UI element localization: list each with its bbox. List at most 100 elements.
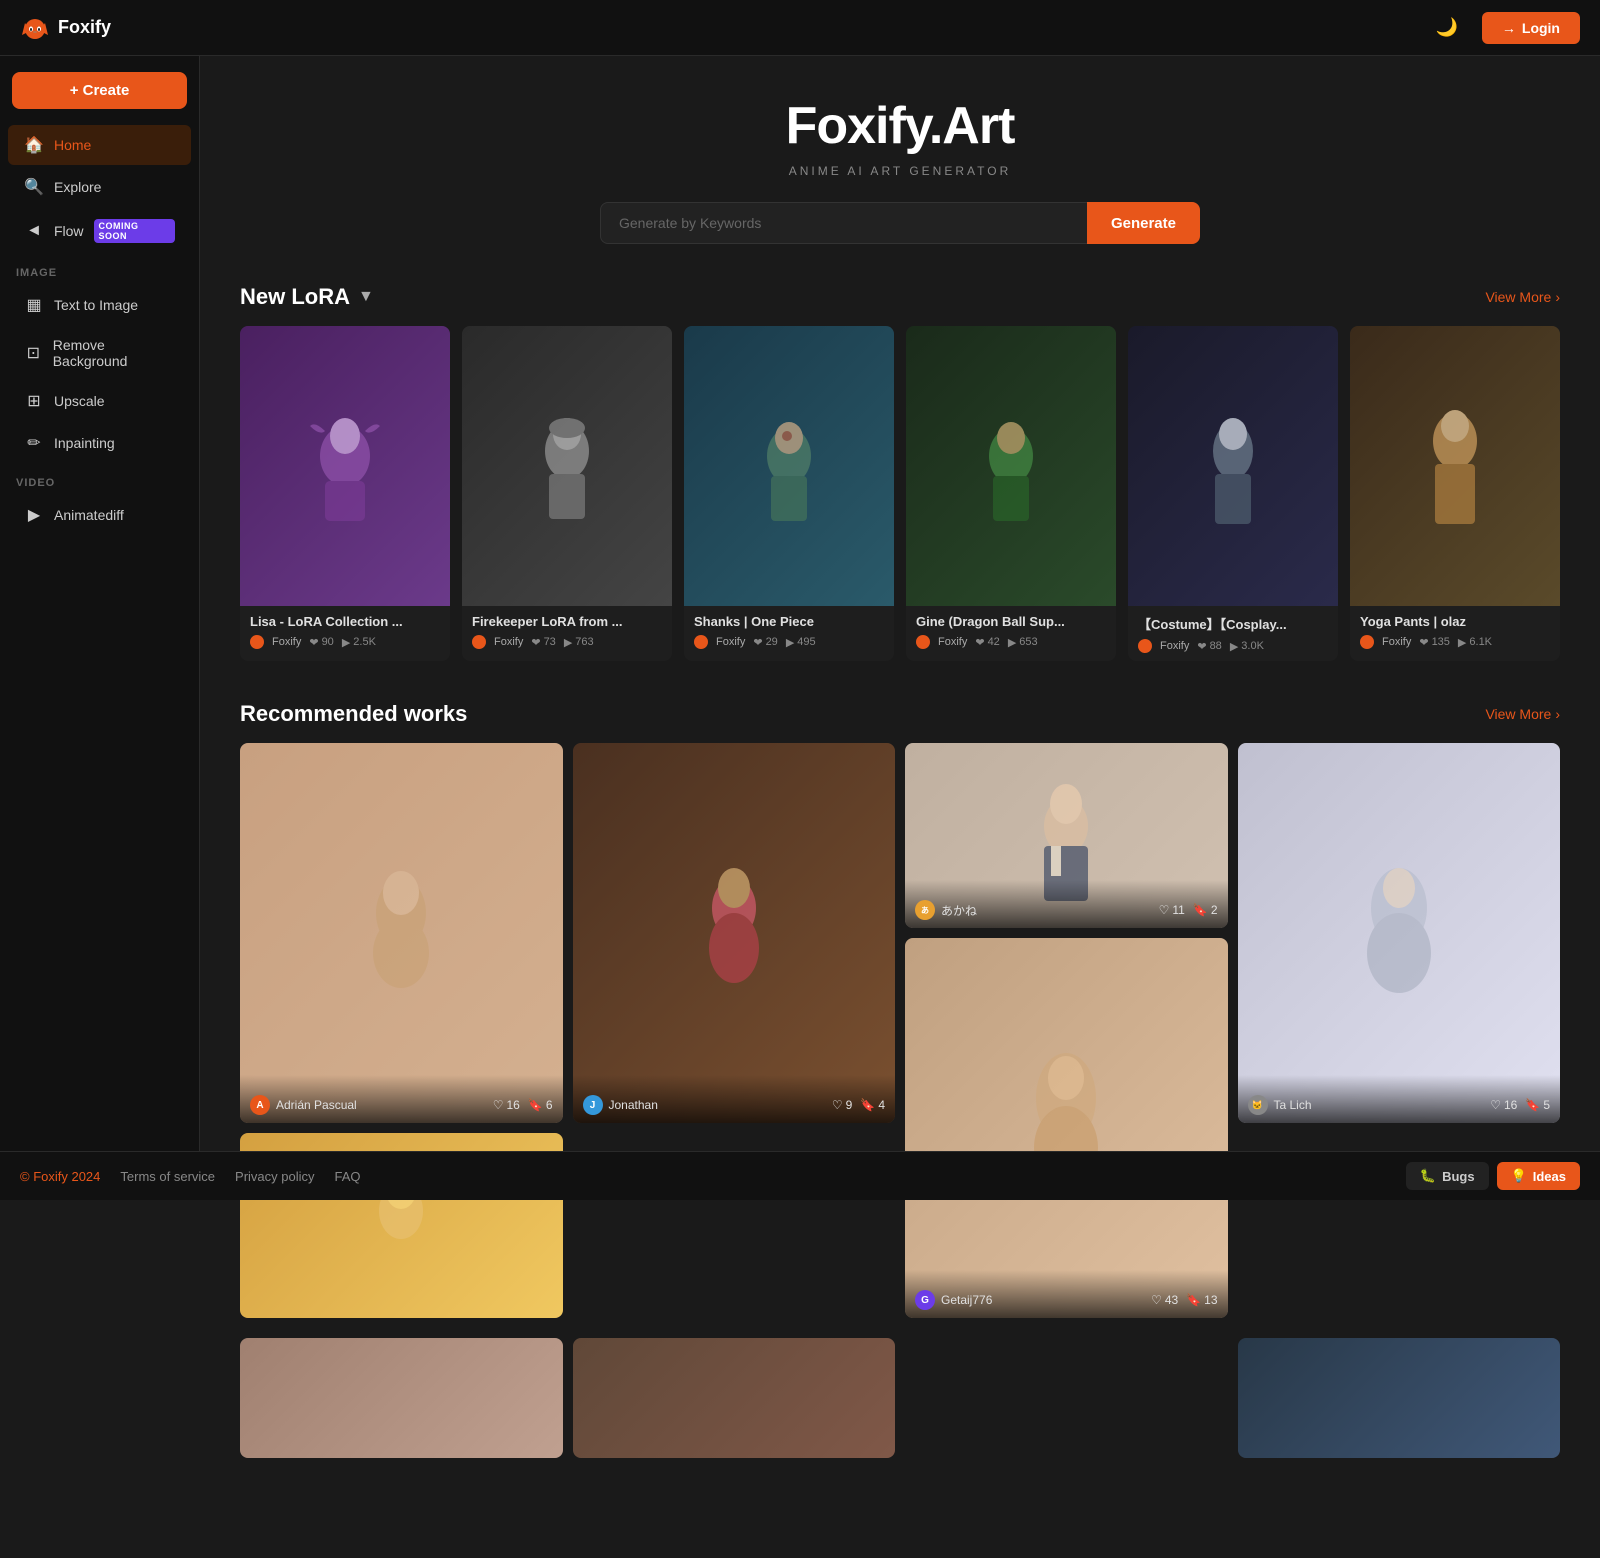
- lora-card-views: ▶ 653: [1008, 636, 1038, 649]
- flow-icon: ◄: [24, 222, 44, 240]
- lora-card-user: Foxify: [716, 636, 745, 648]
- lora-card-meta: Foxify ❤ 42 ▶ 653: [916, 635, 1106, 649]
- work-username: あかね: [941, 902, 977, 919]
- sidebar-item-upscale[interactable]: ⊞ Upscale: [8, 381, 191, 421]
- work-comments: 🔖 13: [1186, 1293, 1217, 1307]
- user-avatar: 🐱: [1248, 1095, 1268, 1115]
- copyright-link[interactable]: © Foxify 2024: [20, 1169, 100, 1184]
- sidebar-item-animatediff[interactable]: ▶ Animatediff: [8, 495, 191, 535]
- work-card[interactable]: G Getaij776 ♡ 43 🔖 13: [905, 938, 1228, 1318]
- search-input[interactable]: [600, 202, 1087, 244]
- work-card-footer: あ あかね ♡ 11 🔖 2: [905, 880, 1228, 928]
- work-card-image: [1238, 1338, 1561, 1458]
- lora-card-name: Yoga Pants | olaz: [1360, 614, 1550, 629]
- ideas-button[interactable]: 💡 Ideas: [1497, 1162, 1580, 1190]
- work-card[interactable]: [240, 1338, 563, 1458]
- sidebar-item-flow[interactable]: ◄ Flow COMING SOON: [8, 209, 191, 253]
- lora-card-user: Foxify: [1160, 640, 1189, 652]
- lora-card[interactable]: Shanks | One Piece Foxify ❤ 29 ▶ 495: [684, 326, 894, 661]
- sidebar-item-explore[interactable]: 🔍 Explore: [8, 167, 191, 207]
- work-card-spacer: [905, 1338, 1228, 1458]
- lora-card-image: [1350, 326, 1560, 606]
- dropdown-arrow-icon[interactable]: ▼: [358, 288, 374, 306]
- work-card[interactable]: あ あかね ♡ 11 🔖 2: [905, 743, 1228, 928]
- lora-card[interactable]: 【Costume】【Cosplay... Foxify ❤ 88 ▶ 3.0K: [1128, 326, 1338, 661]
- lora-card-likes: ❤ 90: [309, 636, 333, 649]
- work-card[interactable]: [1238, 1338, 1561, 1458]
- works-view-more-link[interactable]: View More ›: [1485, 706, 1560, 722]
- generate-button[interactable]: Generate: [1087, 202, 1200, 244]
- text-to-image-icon: ▦: [24, 295, 44, 315]
- work-card-footer: A Adrián Pascual ♡ 16 🔖 6: [240, 1075, 563, 1123]
- video-section-label: Video: [0, 465, 199, 493]
- sidebar-item-remove-background[interactable]: ⊡ Remove Background: [8, 327, 191, 379]
- work-likes: ♡ 16: [1490, 1098, 1517, 1112]
- new-lora-title: New LoRA ▼: [240, 284, 374, 310]
- work-user: あ あかね: [915, 900, 977, 920]
- work-card-image: [573, 1338, 896, 1458]
- work-likes: ♡ 11: [1159, 903, 1185, 917]
- work-user: A Adrián Pascual: [250, 1095, 357, 1115]
- theme-toggle-button[interactable]: 🌙: [1427, 13, 1465, 42]
- sidebar-item-inpainting[interactable]: ✏ Inpainting: [8, 423, 191, 463]
- lora-card[interactable]: Yoga Pants | olaz Foxify ❤ 135 ▶ 6.1K: [1350, 326, 1560, 661]
- footer-links: © Foxify 2024 Terms of service Privacy p…: [20, 1169, 361, 1184]
- sidebar-item-upscale-label: Upscale: [54, 393, 105, 409]
- recommended-works-title: Recommended works: [240, 701, 467, 727]
- work-stats: ♡ 43 🔖 13: [1151, 1293, 1217, 1307]
- lora-card-name: Gine (Dragon Ball Sup...: [916, 614, 1106, 629]
- login-icon: →: [1502, 20, 1516, 36]
- faq-link[interactable]: FAQ: [335, 1169, 361, 1184]
- user-avatar-fox: [1138, 639, 1152, 653]
- lora-card-image: [684, 326, 894, 606]
- login-label: Login: [1522, 20, 1560, 36]
- logo[interactable]: Foxify: [20, 13, 111, 43]
- lora-card-likes: ❤ 88: [1197, 640, 1221, 653]
- ideas-label: Ideas: [1533, 1169, 1566, 1184]
- user-avatar-fox: [916, 635, 930, 649]
- lora-card-views: ▶ 2.5K: [342, 636, 376, 649]
- lora-card[interactable]: Gine (Dragon Ball Sup... Foxify ❤ 42 ▶ 6…: [906, 326, 1116, 661]
- lora-card-views: ▶ 3.0K: [1230, 640, 1264, 653]
- works-grid: A Adrián Pascual ♡ 16 🔖 6: [240, 743, 1560, 1318]
- works-grid-2: [240, 1338, 1560, 1458]
- fox-icon: [20, 13, 50, 43]
- sidebar-item-explore-label: Explore: [54, 179, 101, 195]
- lora-card-name: Shanks | One Piece: [694, 614, 884, 629]
- login-button[interactable]: → Login: [1482, 12, 1580, 44]
- lora-card[interactable]: Firekeeper LoRA from ... Foxify ❤ 73 ▶ 7…: [462, 326, 672, 661]
- lora-card-meta: Foxify ❤ 88 ▶ 3.0K: [1138, 639, 1328, 653]
- hero-subtitle: ANIME AI ART GENERATOR: [240, 164, 1560, 178]
- work-card[interactable]: 🐱 Ta Lich ♡ 16 🔖 5: [1238, 743, 1561, 1123]
- lora-card[interactable]: Lisa - LoRA Collection ... Foxify ❤ 90 ▶…: [240, 326, 450, 661]
- recommended-works-header: Recommended works View More ›: [240, 701, 1560, 727]
- bugs-button[interactable]: 🐛 Bugs: [1406, 1162, 1489, 1190]
- sidebar-item-home[interactable]: 🏠 Home: [8, 125, 191, 165]
- work-card[interactable]: J Jonathan ♡ 9 🔖 4: [573, 743, 896, 1123]
- work-stats: ♡ 16 🔖 5: [1490, 1098, 1550, 1112]
- work-card[interactable]: A Adrián Pascual ♡ 16 🔖 6: [240, 743, 563, 1123]
- inpainting-icon: ✏: [24, 433, 44, 453]
- user-avatar: あ: [915, 900, 935, 920]
- lora-card-image: [906, 326, 1116, 606]
- lora-card-meta: Foxify ❤ 29 ▶ 495: [694, 635, 884, 649]
- work-card-footer: G Getaij776 ♡ 43 🔖 13: [905, 1270, 1228, 1318]
- privacy-link[interactable]: Privacy policy: [235, 1169, 314, 1184]
- sidebar-item-text-to-image[interactable]: ▦ Text to Image: [8, 285, 191, 325]
- lora-view-more-link[interactable]: View More ›: [1485, 289, 1560, 305]
- recommended-works-section: Recommended works View More ›: [240, 701, 1560, 1458]
- create-button[interactable]: + Create: [12, 72, 187, 109]
- work-card[interactable]: [573, 1338, 896, 1458]
- new-lora-title-text: New LoRA: [240, 284, 350, 310]
- app-layout: + Create 🏠 Home 🔍 Explore ◄ Flow COMING …: [0, 0, 1600, 1558]
- lora-card-views: ▶ 495: [786, 636, 816, 649]
- lora-card-image: [462, 326, 672, 606]
- lora-card-image: [240, 326, 450, 606]
- lora-card-views: ▶ 763: [564, 636, 594, 649]
- work-user: G Getaij776: [915, 1290, 992, 1310]
- work-card-footer: J Jonathan ♡ 9 🔖 4: [573, 1075, 896, 1123]
- upscale-icon: ⊞: [24, 391, 44, 411]
- work-stats: ♡ 11 🔖 2: [1159, 903, 1218, 917]
- terms-link[interactable]: Terms of service: [120, 1169, 215, 1184]
- lora-card-info: Yoga Pants | olaz Foxify ❤ 135 ▶ 6.1K: [1350, 606, 1560, 657]
